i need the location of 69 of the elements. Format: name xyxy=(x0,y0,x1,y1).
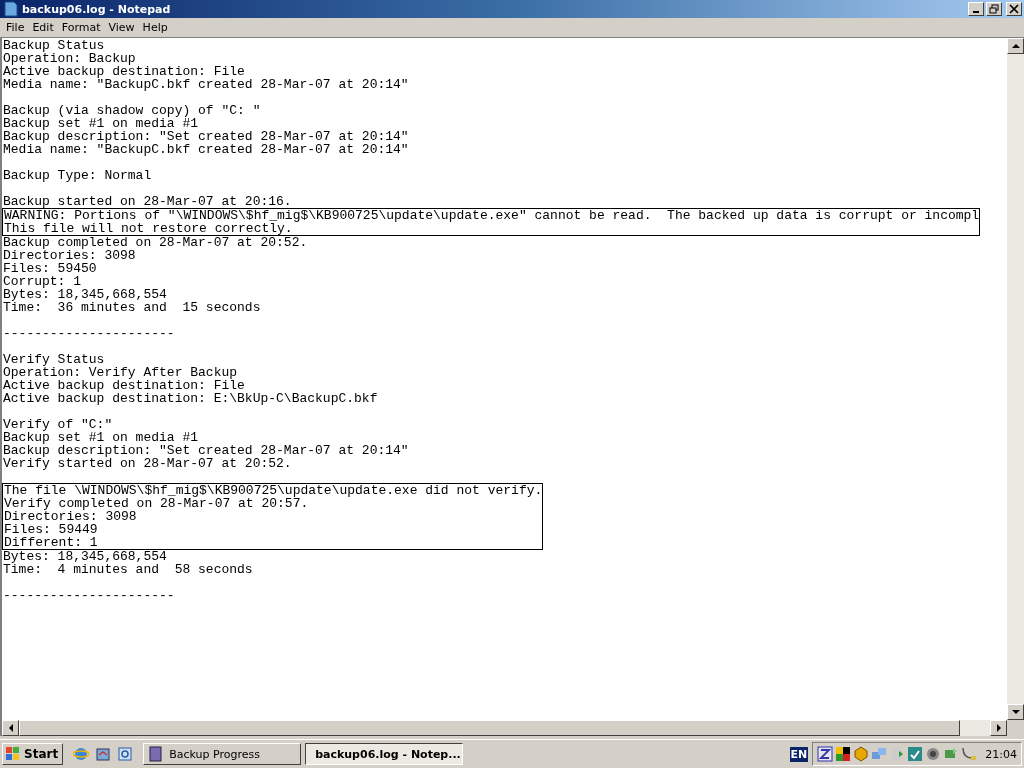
text-line: Media name: "BackupC.bkf created 28-Mar-07 at 20:14" xyxy=(3,77,409,92)
menu-item[interactable]: Edit xyxy=(28,21,58,34)
text-line: Backup started on 28-Mar-07 at 20:16. xyxy=(3,194,292,209)
text-line: Active backup destination: File xyxy=(3,378,245,393)
text-line: Backup completed on 28-Mar-07 at 20:52. xyxy=(3,235,308,250)
close-button[interactable] xyxy=(1006,2,1022,16)
up-arrow-icon xyxy=(1011,42,1020,50)
menu-item[interactable]: Help xyxy=(138,21,172,34)
window-title: backup06.log - Notepad xyxy=(22,2,172,16)
menu-item[interactable]: View xyxy=(104,21,139,34)
clock[interactable]: 21:04 xyxy=(979,747,1017,761)
taskbar-button[interactable]: Backup Progress xyxy=(143,743,302,765)
scroll-right-button[interactable] xyxy=(990,720,1007,736)
restore-icon xyxy=(989,4,999,14)
text-line: Verify Status xyxy=(3,352,105,367)
text-line: Time: 4 minutes and 58 seconds xyxy=(3,562,253,577)
minimize-button[interactable] xyxy=(968,2,984,16)
text-line: Operation: Verify After Backup xyxy=(3,365,238,380)
taskbar-button[interactable]: backup06.log - Notep... xyxy=(305,743,464,765)
restore-button[interactable] xyxy=(986,2,1002,16)
menu-item[interactable]: Format xyxy=(57,21,105,34)
text-line: WARNING: Portions of "\WINDOWS\$hf_mig$\KB900725\update\update.exe" cannot be read. The backed up data is corrupt or incompl xyxy=(4,208,980,223)
flag-icon xyxy=(5,746,21,762)
text-line: Backup set #1 on media #1 xyxy=(3,116,199,131)
text-line: Different: 1 xyxy=(4,535,98,550)
menu-item[interactable]: File xyxy=(2,21,29,34)
text-line: Corrupt: 1 xyxy=(3,274,81,289)
text-line: ---------------------- xyxy=(3,588,175,603)
text-line: The file \WINDOWS\$hf_mig$\KB900725\update\update.exe did not verify. xyxy=(4,483,543,498)
start-button[interactable]: Start xyxy=(2,743,64,765)
text-line: Bytes: 18,345,668,554 xyxy=(3,549,167,564)
right-arrow-icon xyxy=(994,724,1003,732)
down-arrow-icon xyxy=(1011,708,1020,716)
text-line: Media name: "BackupC.bkf created 28-Mar-07 at 20:14" xyxy=(3,142,409,157)
text-line: Files: 59450 xyxy=(3,261,97,276)
window-icon[interactable] xyxy=(117,746,134,762)
notepad-icon xyxy=(4,1,18,17)
scroll-down-button[interactable] xyxy=(1007,704,1024,720)
language-indicator[interactable]: EN xyxy=(789,746,809,762)
close-icon xyxy=(1009,4,1019,14)
text-line: Directories: 3098 xyxy=(3,248,136,263)
text-line: Verify completed on 28-Mar-07 at 20:57. xyxy=(4,496,309,511)
document-icon xyxy=(148,746,165,762)
text-line: Verify of "C:" xyxy=(3,417,113,432)
text-line: Verify started on 28-Mar-07 at 20:52. xyxy=(3,456,292,471)
text-area[interactable] xyxy=(2,38,1007,720)
text-line: Backup description: "Set created 28-Mar-07 at 20:14" xyxy=(3,129,409,144)
text-line: Backup (via shadow copy) of "C: " xyxy=(3,103,261,118)
text-line: Backup description: "Set created 28-Mar-07 at 20:14" xyxy=(3,443,409,458)
text-line: Backup Type: Normal xyxy=(3,168,152,183)
scroll-up-button[interactable] xyxy=(1007,38,1024,54)
text-line: ---------------------- xyxy=(3,326,175,341)
tray-icon[interactable] xyxy=(835,746,852,762)
text-line: Backup set #1 on media #1 xyxy=(3,430,199,445)
text-line: Active backup destination: File xyxy=(3,64,245,79)
minimize-icon xyxy=(973,11,979,13)
text-line: Bytes: 18,345,668,554 xyxy=(3,287,167,302)
text-line: Backup Status xyxy=(3,38,105,53)
text-line: Time: 36 minutes and 15 seconds xyxy=(3,300,261,315)
tray-icon[interactable] xyxy=(817,746,834,762)
text-line: Active backup destination: E:\BkUp-C\BackupC.bkf xyxy=(3,391,378,406)
speaker-icon[interactable] xyxy=(925,746,942,762)
plug-icon[interactable] xyxy=(961,746,978,762)
text-line: Files: 59449 xyxy=(4,522,98,537)
vertical-scrollbar[interactable] xyxy=(1007,38,1024,720)
text-line: Operation: Backup xyxy=(3,51,136,66)
text-line: This file will not restore correctly. xyxy=(4,221,293,236)
text-line: Directories: 3098 xyxy=(4,509,137,524)
scroll-left-button[interactable] xyxy=(2,720,19,736)
